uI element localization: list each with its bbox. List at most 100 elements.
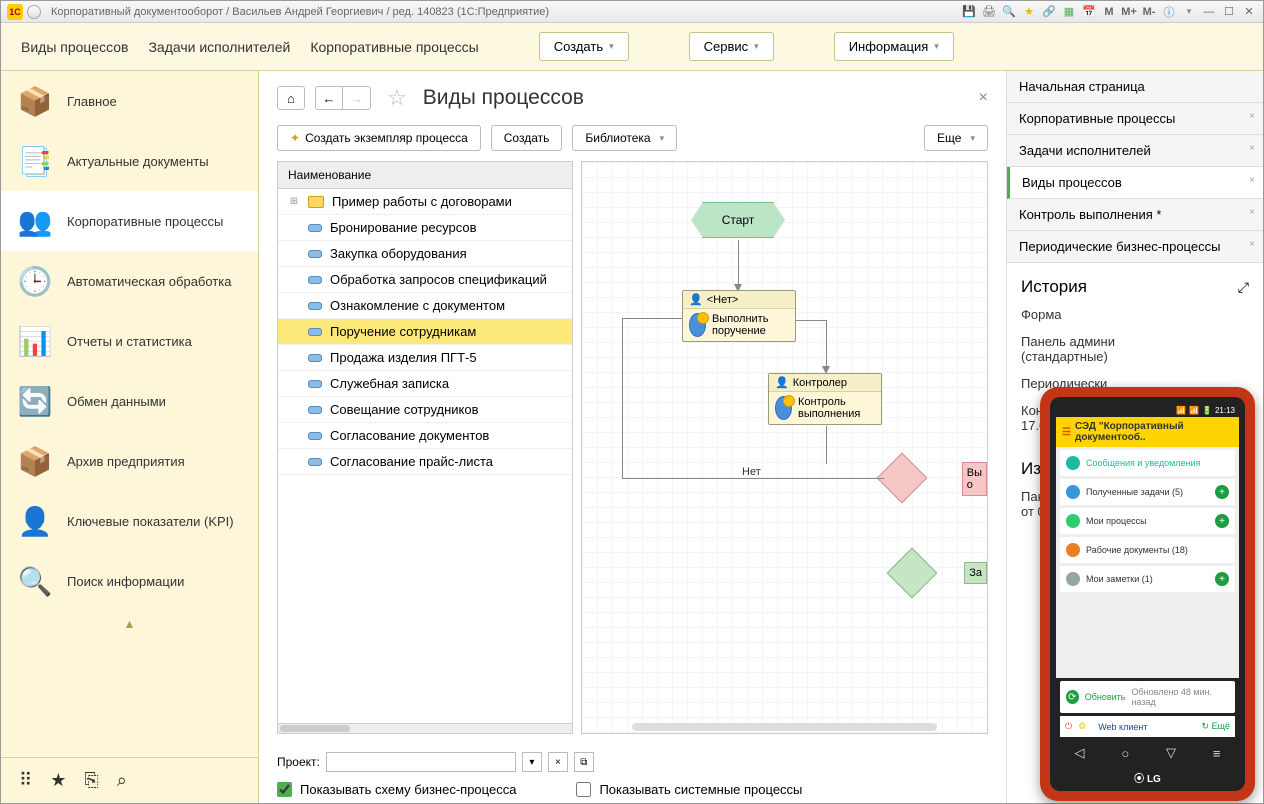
sidebar-item-2[interactable]: 👥Корпоративные процессы: [1, 191, 258, 251]
sidebar-item-7[interactable]: 👤Ключевые показатели (KPI): [1, 491, 258, 551]
web-client-link[interactable]: Web клиент: [1098, 722, 1147, 732]
tree-item-1[interactable]: Бронирование ресурсов: [278, 215, 572, 241]
search-icon[interactable]: ⌕: [117, 770, 127, 791]
create-button[interactable]: Создать▾: [539, 32, 629, 61]
sidebar-item-1[interactable]: 📑Актуальные документы: [1, 131, 258, 191]
project-input[interactable]: [326, 752, 516, 772]
home-button[interactable]: ⌂: [277, 86, 305, 110]
add-icon[interactable]: +: [1215, 485, 1229, 499]
tree-expander-icon[interactable]: ⊞: [288, 196, 300, 207]
diagram-partial-end[interactable]: За: [964, 562, 987, 584]
close-icon[interactable]: ×: [1249, 239, 1255, 250]
sidebar-collapse-icon[interactable]: ▴: [1, 611, 258, 636]
right-tab-5[interactable]: Периодические бизнес-процессы×: [1007, 231, 1263, 263]
m-minus-button[interactable]: M-: [1141, 4, 1157, 20]
service-button[interactable]: Сервис▾: [689, 32, 774, 61]
tree-item-4[interactable]: Ознакомление с документом: [278, 293, 572, 319]
phone-row-0[interactable]: Сообщения и уведомления: [1060, 450, 1235, 476]
info-dropdown-icon[interactable]: ▾: [1181, 4, 1197, 20]
add-icon[interactable]: +: [1215, 514, 1229, 528]
phone-recent-icon[interactable]: ▽: [1166, 745, 1176, 761]
diagram-partial-node[interactable]: Вы о: [962, 462, 987, 496]
toolbar-link-process-types[interactable]: Виды процессов: [21, 39, 128, 55]
info-button[interactable]: Информация▾: [834, 32, 954, 61]
favorite-icon[interactable]: ★: [1021, 4, 1037, 20]
preview-icon[interactable]: 🔍: [1001, 4, 1017, 20]
print-icon[interactable]: 🖨: [981, 4, 997, 20]
maximize-icon[interactable]: ☐: [1221, 4, 1237, 20]
show-schema-checkbox[interactable]: Показывать схему бизнес-процесса: [277, 782, 516, 797]
clipboard-icon[interactable]: ⎘: [84, 770, 98, 791]
titlebar-circle-button[interactable]: [27, 5, 41, 19]
sidebar-item-6[interactable]: 📦Архив предприятия: [1, 431, 258, 491]
tree-item-9[interactable]: Согласование документов: [278, 423, 572, 449]
diagram-end[interactable]: [887, 548, 938, 599]
tree-item-10[interactable]: Согласование прайс-листа: [278, 449, 572, 475]
calc-icon[interactable]: ▦: [1061, 4, 1077, 20]
more-link[interactable]: ↻ Ещё: [1202, 721, 1230, 732]
toolbar-link-corp-processes[interactable]: Корпоративные процессы: [310, 39, 478, 55]
project-open-button[interactable]: ⧉: [574, 752, 594, 772]
add-icon[interactable]: +: [1215, 572, 1229, 586]
diagram-decision[interactable]: [877, 453, 928, 504]
back-button[interactable]: ←: [315, 86, 343, 110]
right-tab-3[interactable]: Виды процессов×: [1007, 167, 1263, 199]
diagram-panel[interactable]: Старт 👤<Нет> Выполнить поручение 👤Контро…: [581, 161, 988, 734]
history-item-1[interactable]: Панель админи (стандартные): [1021, 334, 1249, 364]
history-expand-icon[interactable]: ⤢: [1238, 279, 1249, 296]
tree-item-6[interactable]: Продажа изделия ПГТ-5: [278, 345, 572, 371]
sidebar-item-5[interactable]: 🔄Обмен данными: [1, 371, 258, 431]
apps-icon[interactable]: ⠿: [19, 770, 32, 791]
link-icon[interactable]: 🔗: [1041, 4, 1057, 20]
gear-icon[interactable]: ⚙: [1078, 721, 1086, 732]
minimize-icon[interactable]: —: [1201, 4, 1217, 20]
close-icon[interactable]: ×: [1249, 111, 1255, 122]
tree-item-2[interactable]: Закупка оборудования: [278, 241, 572, 267]
m-plus-button[interactable]: M+: [1121, 4, 1137, 20]
show-system-checkbox[interactable]: Показывать системные процессы: [576, 782, 802, 797]
power-icon[interactable]: ⏻: [1065, 721, 1072, 732]
right-tab-0[interactable]: Начальная страница: [1007, 71, 1263, 103]
favorite-star-icon[interactable]: ☆: [387, 85, 407, 111]
close-page-icon[interactable]: ×: [979, 89, 988, 107]
create-item-button[interactable]: Создать: [491, 125, 563, 151]
right-tab-1[interactable]: Корпоративные процессы×: [1007, 103, 1263, 135]
phone-back-icon[interactable]: ◁: [1074, 745, 1084, 761]
tree-item-8[interactable]: Совещание сотрудников: [278, 397, 572, 423]
m-button[interactable]: M: [1101, 4, 1117, 20]
phone-menu-icon[interactable]: ≡: [1213, 746, 1221, 761]
sidebar-item-0[interactable]: 📦Главное: [1, 71, 258, 131]
diagram-node-control[interactable]: 👤Контролер Контроль выполнения: [768, 373, 882, 425]
library-button[interactable]: Библиотека▾: [572, 125, 677, 151]
tree-header[interactable]: Наименование: [278, 162, 572, 189]
project-clear-button[interactable]: ×: [548, 752, 568, 772]
sidebar-item-3[interactable]: 🕒Автоматическая обработка: [1, 251, 258, 311]
star-icon[interactable]: ★: [50, 770, 66, 791]
info-icon[interactable]: ⓘ: [1161, 4, 1177, 20]
sidebar-item-8[interactable]: 🔍Поиск информации: [1, 551, 258, 611]
close-window-icon[interactable]: ✕: [1241, 4, 1257, 20]
create-instance-button[interactable]: ✦Создать экземпляр процесса: [277, 125, 481, 151]
more-button[interactable]: Еще▾: [924, 125, 988, 151]
start-node[interactable]: Старт: [702, 202, 774, 238]
diagram-scrollbar[interactable]: [632, 723, 937, 731]
tree-scrollbar[interactable]: [278, 723, 572, 733]
toolbar-link-tasks[interactable]: Задачи исполнителей: [148, 39, 290, 55]
phone-row-3[interactable]: Рабочие документы (18): [1060, 537, 1235, 563]
close-icon[interactable]: ×: [1249, 143, 1255, 154]
save-icon[interactable]: 💾: [961, 4, 977, 20]
history-item-0[interactable]: Форма: [1021, 307, 1249, 322]
forward-button[interactable]: →: [343, 86, 371, 110]
tree-item-5[interactable]: Поручение сотрудникам: [278, 319, 572, 345]
sidebar-item-4[interactable]: 📊Отчеты и статистика: [1, 311, 258, 371]
project-dropdown-button[interactable]: ▾: [522, 752, 542, 772]
menu-icon[interactable]: ☰: [1062, 427, 1071, 438]
tree-item-7[interactable]: Служебная записка: [278, 371, 572, 397]
phone-row-1[interactable]: Полученные задачи (5)+: [1060, 479, 1235, 505]
phone-home-icon[interactable]: ○: [1121, 746, 1129, 761]
right-tab-4[interactable]: Контроль выполнения *×: [1007, 199, 1263, 231]
right-tab-2[interactable]: Задачи исполнителей×: [1007, 135, 1263, 167]
diagram-node-task[interactable]: 👤<Нет> Выполнить поручение: [682, 290, 796, 342]
tree-item-0[interactable]: ⊞Пример работы с договорами: [278, 189, 572, 215]
phone-row-2[interactable]: Мои процессы+: [1060, 508, 1235, 534]
